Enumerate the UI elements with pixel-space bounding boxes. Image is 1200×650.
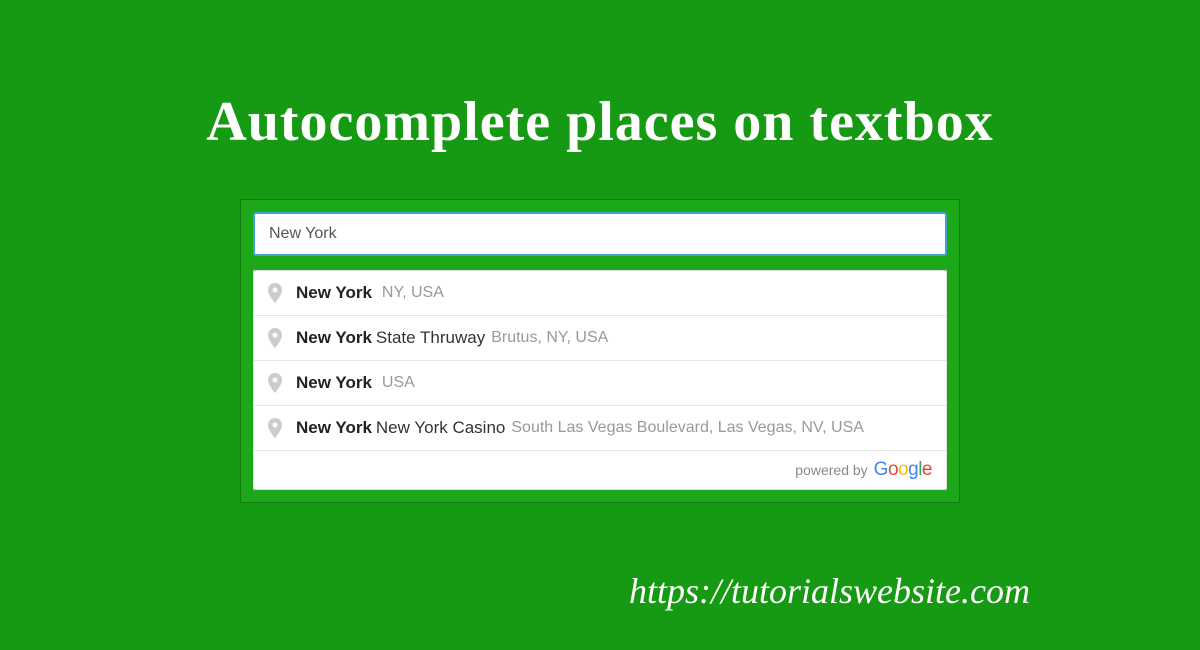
autocomplete-widget: New York NY, USA New York State Thruway …: [240, 199, 960, 503]
map-pin-icon: [268, 418, 282, 438]
page-title: Autocomplete places on textbox: [0, 0, 1200, 154]
secondary-text: USA: [382, 374, 415, 392]
match-text: New York: [296, 283, 372, 303]
google-logo: Google: [874, 459, 932, 481]
match-text: New York: [296, 418, 372, 438]
powered-by-row: powered by Google: [254, 451, 946, 489]
secondary-text: Brutus, NY, USA: [491, 329, 608, 347]
map-pin-icon: [268, 328, 282, 348]
rest-text: State Thruway: [376, 328, 485, 348]
rest-text: New York Casino: [376, 418, 505, 438]
match-text: New York: [296, 328, 372, 348]
powered-by-label: powered by: [795, 462, 867, 478]
match-text: New York: [296, 373, 372, 393]
secondary-text: South Las Vegas Boulevard, Las Vegas, NV…: [511, 419, 864, 437]
secondary-text: NY, USA: [382, 284, 444, 302]
suggestions-dropdown: New York NY, USA New York State Thruway …: [253, 270, 947, 490]
map-pin-icon: [268, 283, 282, 303]
suggestion-item[interactable]: New York NY, USA: [254, 271, 946, 316]
map-pin-icon: [268, 373, 282, 393]
places-search-input[interactable]: [253, 212, 947, 256]
footer-url: https://tutorialswebsite.com: [629, 570, 1030, 612]
suggestion-item[interactable]: New York New York Casino South Las Vegas…: [254, 406, 946, 451]
suggestion-item[interactable]: New York USA: [254, 361, 946, 406]
suggestion-item[interactable]: New York State Thruway Brutus, NY, USA: [254, 316, 946, 361]
